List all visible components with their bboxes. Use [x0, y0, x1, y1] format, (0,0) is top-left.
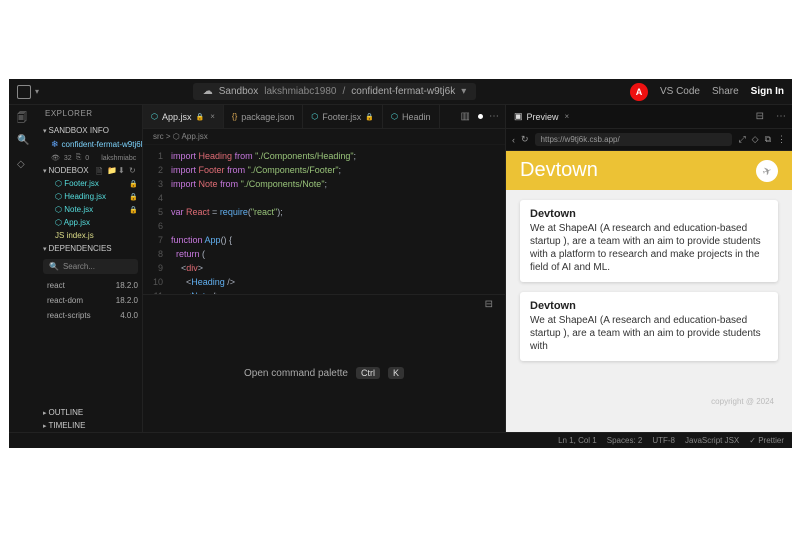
code-editor[interactable]: 12345678910111213 import Heading from ".…	[143, 145, 505, 294]
project-row[interactable]: ❄ confident-fermat-w9tj6k	[39, 137, 142, 152]
lock-icon: 🔒	[129, 193, 138, 201]
preview-frame[interactable]: Devtown ✈ Devtown We at ShapeAI (A resea…	[506, 151, 792, 432]
sandbox-breadcrumb[interactable]: ☁ Sandbox lakshmiabc1980 / confident-fer…	[193, 83, 477, 100]
project-name: confident-fermat-w9tj6k	[351, 86, 455, 97]
page-title: Devtown	[520, 159, 598, 182]
note-card: Devtown We at ShapeAI (A research and ed…	[520, 200, 778, 282]
lock-icon: 🔒	[196, 113, 205, 121]
files-icon[interactable]: 🗐	[17, 111, 31, 125]
status-cursor[interactable]: Ln 1, Col 1	[558, 436, 597, 445]
menu-icon[interactable]: ⋮	[777, 134, 786, 145]
more-icon[interactable]: ⋯	[483, 111, 505, 122]
file-note[interactable]: ⬡ Note.jsx🔒	[39, 203, 142, 216]
terminal-expand-icon[interactable]: ⊟	[479, 299, 499, 310]
note-card: Devtown We at ShapeAI (A research and ed…	[520, 292, 778, 361]
vscode-link[interactable]: VS Code	[660, 86, 700, 97]
reload-icon[interactable]: ↻	[521, 134, 529, 145]
deps-search-input[interactable]: 🔍Search...	[43, 259, 138, 274]
tab-package[interactable]: {}package.json	[224, 105, 303, 128]
url-input[interactable]: https://w9tj6k.csb.app/	[535, 133, 733, 146]
split-columns-icon[interactable]: ▥	[455, 111, 476, 122]
owner-name: lakshmiabc1980	[264, 86, 336, 97]
kbd-ctrl: Ctrl	[356, 367, 380, 379]
paper-plane-icon[interactable]: ✈	[753, 156, 781, 184]
tab-app[interactable]: ⬡App.jsx🔒×	[143, 105, 224, 128]
card-body: We at ShapeAI (A research and education-…	[530, 314, 768, 353]
avatar[interactable]: A	[630, 83, 648, 101]
expand-icon[interactable]: ⤢	[738, 134, 745, 145]
settings-icon[interactable]: ◇	[17, 159, 31, 173]
close-icon[interactable]: ×	[565, 112, 570, 121]
file-app[interactable]: ⬡ App.jsx	[39, 216, 142, 229]
timeline-section[interactable]: ▸TIMELINE	[39, 419, 142, 432]
file-heading[interactable]: ⬡ Heading.jsx🔒	[39, 190, 142, 203]
external-icon[interactable]: ⧉	[765, 134, 771, 145]
dependencies-section[interactable]: ▾DEPENDENCIES	[39, 242, 142, 255]
chevron-down-icon: ▾	[461, 86, 466, 97]
sandbox-info-section[interactable]: ▾SANDBOX INFO	[39, 124, 142, 137]
search-icon: 🔍	[49, 262, 59, 271]
project-stats: 👁32 ⎘0 lakshmiabc	[39, 152, 142, 164]
card-title: Devtown	[530, 208, 768, 220]
share-button[interactable]: Share	[712, 86, 739, 97]
sandbox-label: Sandbox	[219, 86, 258, 97]
search-icon[interactable]: 🔍	[17, 135, 31, 149]
panel-icon[interactable]: ⊟	[750, 111, 770, 122]
new-folder-icon[interactable]: 📁	[107, 166, 116, 175]
lock-icon: 🔒	[129, 206, 138, 214]
tab-heading[interactable]: ⬡Headin	[383, 105, 440, 128]
app-menu-icon[interactable]	[17, 85, 31, 99]
back-icon[interactable]: ‹	[512, 135, 515, 145]
outline-section[interactable]: ▸OUTLINE	[39, 406, 142, 419]
status-spaces[interactable]: Spaces: 2	[607, 436, 643, 445]
cloud-icon: ☁	[203, 86, 213, 97]
file-footer[interactable]: ⬡ Footer.jsx🔒	[39, 177, 142, 190]
chevron-down-icon[interactable]: ▾	[35, 87, 39, 96]
new-file-icon[interactable]: 🗎	[96, 166, 105, 175]
tab-preview[interactable]: ▣Preview×	[506, 105, 577, 128]
lock-icon: 🔒	[129, 180, 138, 188]
status-prettier[interactable]: ✓ Prettier	[749, 436, 784, 445]
tab-footer[interactable]: ⬡Footer.jsx🔒	[303, 105, 383, 128]
close-icon[interactable]: ×	[210, 112, 215, 121]
signin-button[interactable]: Sign In	[751, 86, 784, 97]
download-icon[interactable]: ⬇	[118, 166, 127, 175]
refresh-icon[interactable]: ↻	[129, 166, 138, 175]
snowflake-icon: ❄	[51, 139, 59, 150]
status-language[interactable]: JavaScript JSX	[685, 436, 739, 445]
card-title: Devtown	[530, 300, 768, 312]
dep-react-dom[interactable]: react-dom18.2.0	[39, 293, 142, 308]
command-palette-hint[interactable]: Open command palette Ctrl K	[143, 315, 505, 432]
dep-react[interactable]: react18.2.0	[39, 278, 142, 293]
explorer-title: EXPLORER	[39, 105, 142, 124]
status-encoding[interactable]: UTF-8	[652, 436, 675, 445]
card-body: We at ShapeAI (A research and education-…	[530, 222, 768, 274]
cube-icon: ▣	[514, 111, 523, 122]
devtools-icon[interactable]: ◇	[752, 134, 759, 145]
more-icon[interactable]: ⋯	[770, 111, 792, 122]
nodebox-section[interactable]: ▾NODEBOX	[43, 166, 89, 175]
file-index[interactable]: JS index.js	[39, 229, 142, 242]
copyright-text: copyright @ 2024	[711, 397, 774, 406]
dep-react-scripts[interactable]: react-scripts4.0.0	[39, 308, 142, 323]
kbd-k: K	[388, 367, 404, 379]
breadcrumb[interactable]: src > ⬡ App.jsx	[143, 129, 505, 145]
